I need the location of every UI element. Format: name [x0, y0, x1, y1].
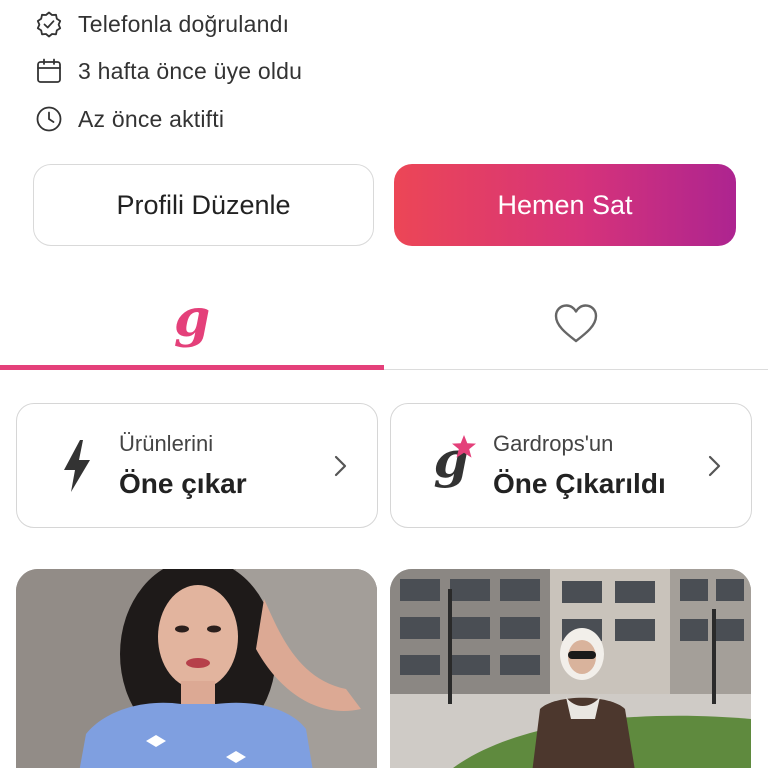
calendar-icon [34, 56, 64, 86]
info-text-phone-verified: Telefonla doğrulandı [78, 10, 290, 37]
product-photo-brown-outfit[interactable] [390, 569, 751, 768]
active-tab-indicator [0, 365, 384, 370]
promote-card-title: Öne çıkar [119, 468, 247, 499]
edit-profile-button[interactable]: Profili Düzenle [33, 164, 374, 246]
clock-icon [34, 104, 64, 134]
featured-card-subtitle: Gardrops'un [493, 431, 614, 456]
info-row-last-active: Az önce aktifti [34, 101, 224, 137]
promote-products-card[interactable]: Ürünlerini Öne çıkar [16, 403, 378, 528]
promote-card-subtitle: Ürünlerini [119, 431, 214, 456]
info-row-phone-verified: Telefonla doğrulandı [34, 6, 289, 42]
sell-now-button[interactable]: Hemen Sat [394, 164, 736, 246]
product-photo-blue-top[interactable] [16, 569, 377, 768]
lightning-icon [49, 434, 105, 498]
featured-by-gardrops-card[interactable]: g Gardrops'un Öne Çıkarıldı [390, 403, 752, 528]
chevron-right-icon [705, 452, 725, 480]
heart-icon [553, 303, 599, 350]
chevron-right-icon [331, 452, 351, 480]
info-text-member-since: 3 hafta önce üye oldu [78, 57, 303, 84]
gardrops-star-logo-icon: g [423, 434, 479, 498]
info-text-last-active: Az önce aktifti [78, 105, 225, 132]
verified-badge-icon [34, 9, 64, 39]
gardrops-g-logo-icon: g [173, 288, 211, 349]
featured-card-title: Öne Çıkarıldı [493, 468, 666, 499]
tab-listings[interactable]: g [0, 280, 384, 372]
info-row-member-since: 3 hafta önce üye oldu [34, 53, 302, 89]
tab-favorites[interactable] [384, 280, 768, 372]
